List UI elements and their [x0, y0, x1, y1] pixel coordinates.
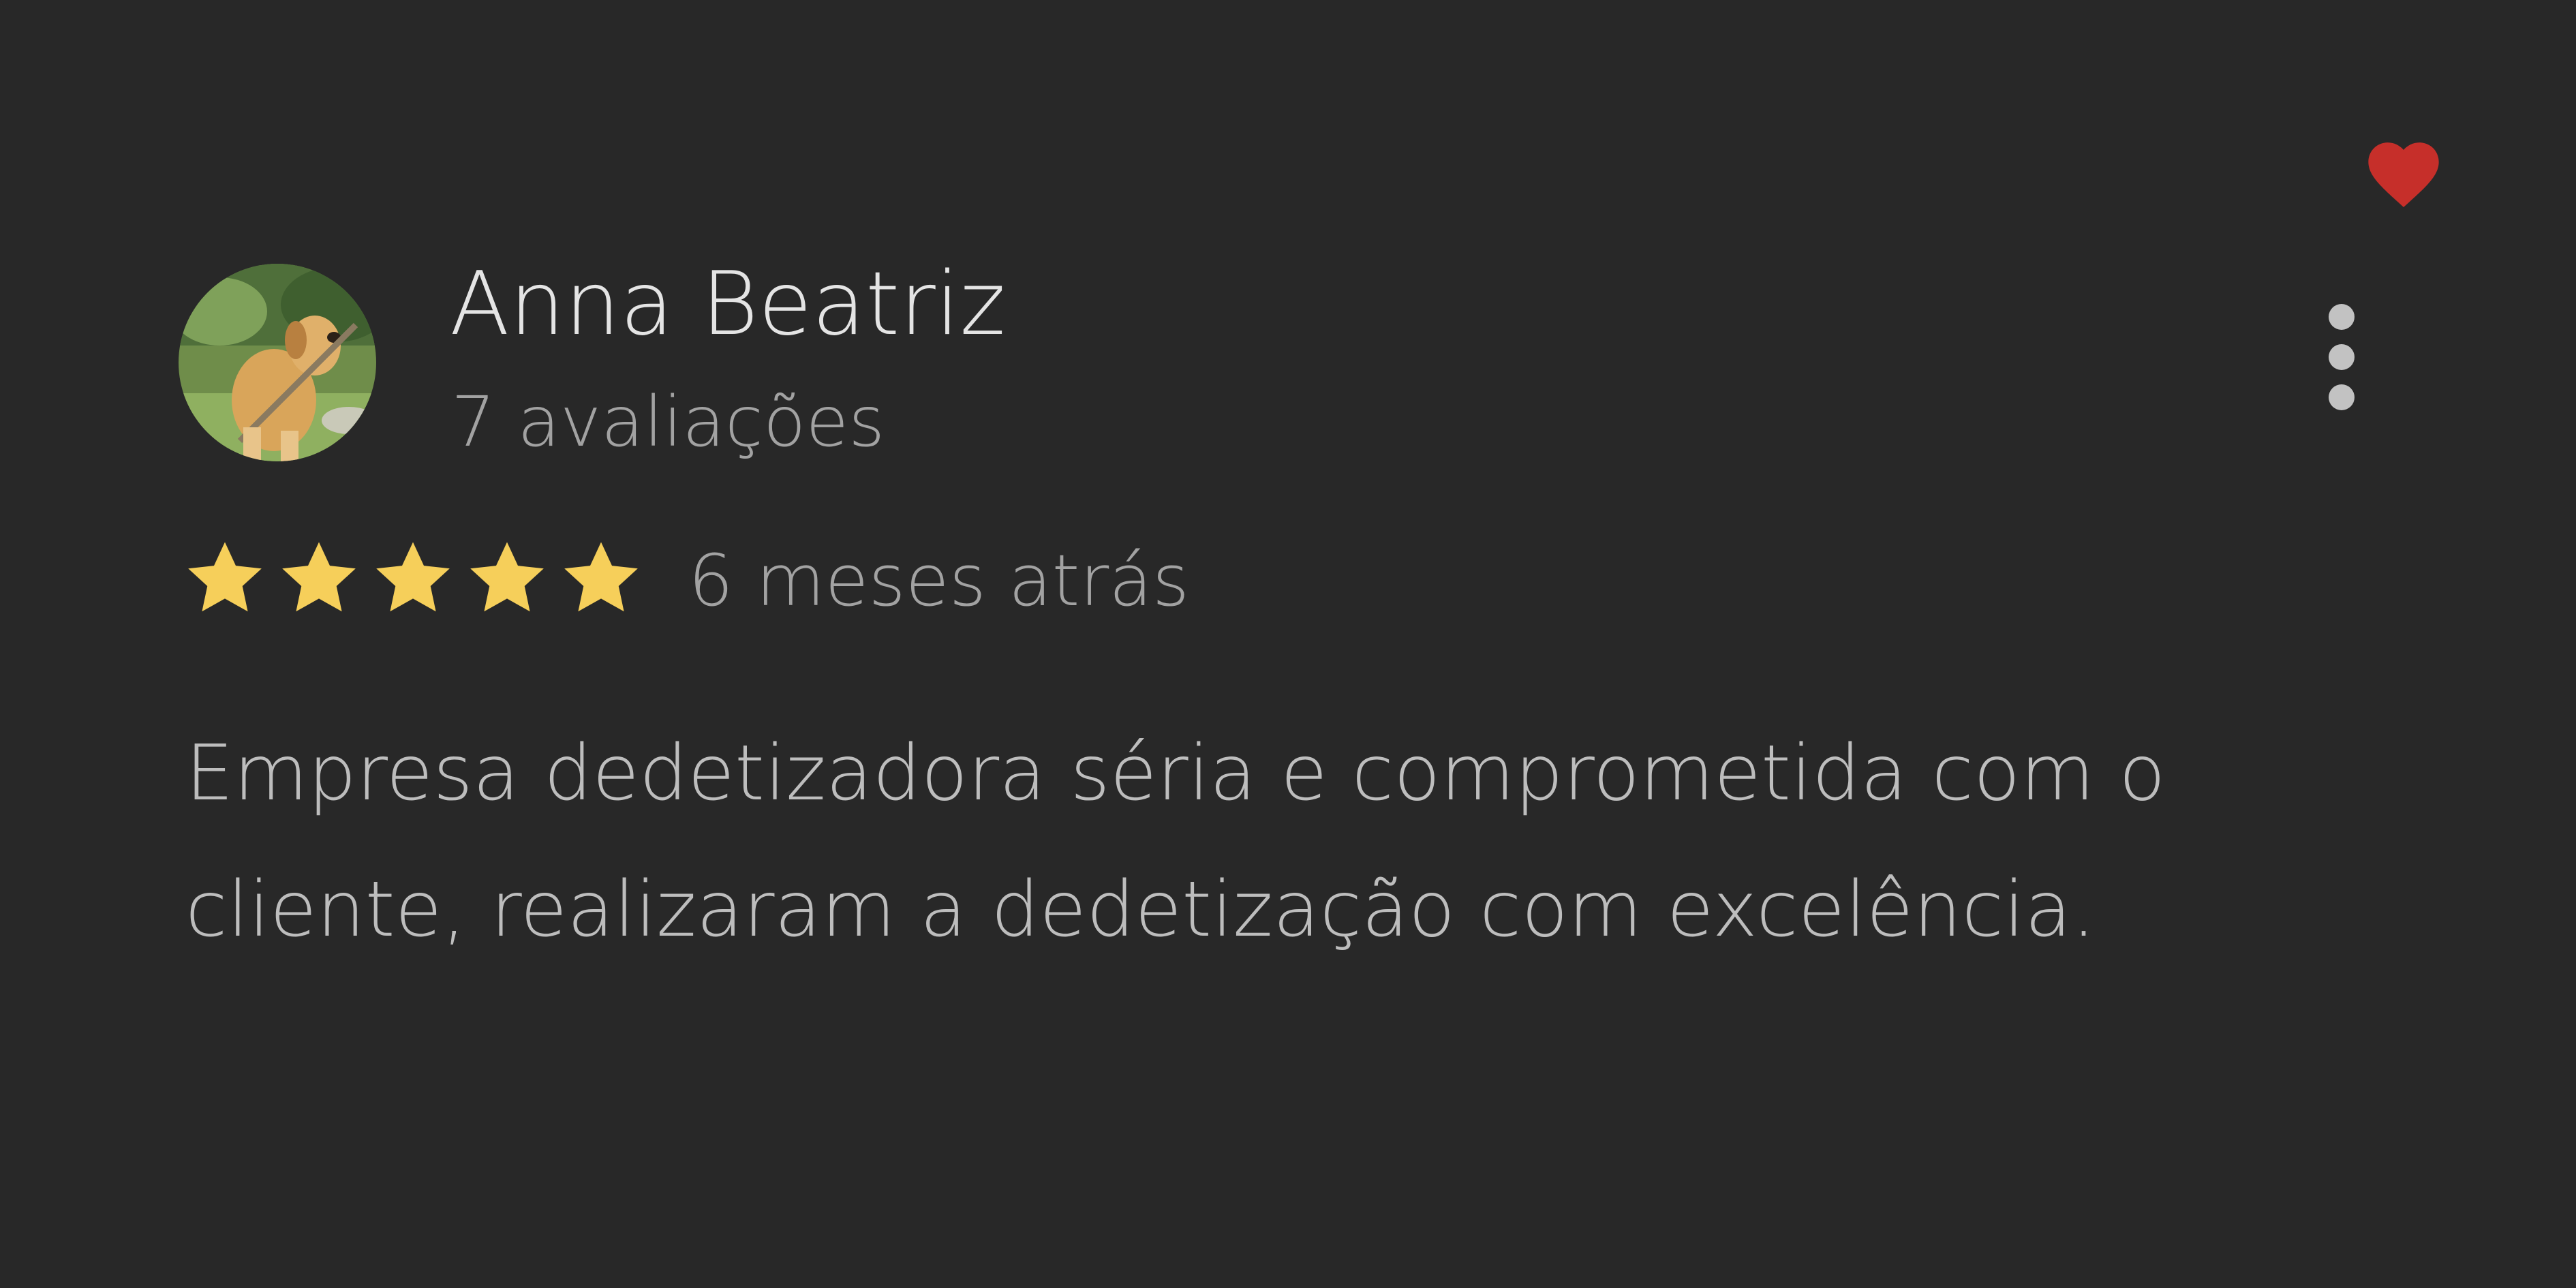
review-time-ago: 6 meses atrás	[688, 539, 1190, 622]
avatar[interactable]	[179, 264, 376, 461]
avatar-dog-image	[179, 264, 376, 461]
star-icon	[564, 542, 638, 612]
more-options-button[interactable]	[2317, 297, 2365, 420]
star-icon	[282, 542, 356, 612]
star-rating	[181, 536, 645, 622]
review-text: Empresa dedetizadora séria e comprometid…	[185, 729, 2166, 954]
more-vert-icon	[2329, 344, 2355, 370]
more-vert-icon	[2329, 384, 2355, 410]
star-icon	[188, 542, 262, 612]
star-icon	[376, 542, 450, 612]
heart-icon[interactable]	[2361, 132, 2446, 210]
review-card: Anna Beatriz 7 avaliações 6 meses atrás …	[0, 0, 2576, 1288]
star-icon	[470, 542, 544, 612]
review-count: 7 avaliações	[451, 382, 885, 463]
more-vert-icon	[2329, 304, 2355, 330]
reviewer-name[interactable]: Anna Beatriz	[450, 247, 1006, 363]
